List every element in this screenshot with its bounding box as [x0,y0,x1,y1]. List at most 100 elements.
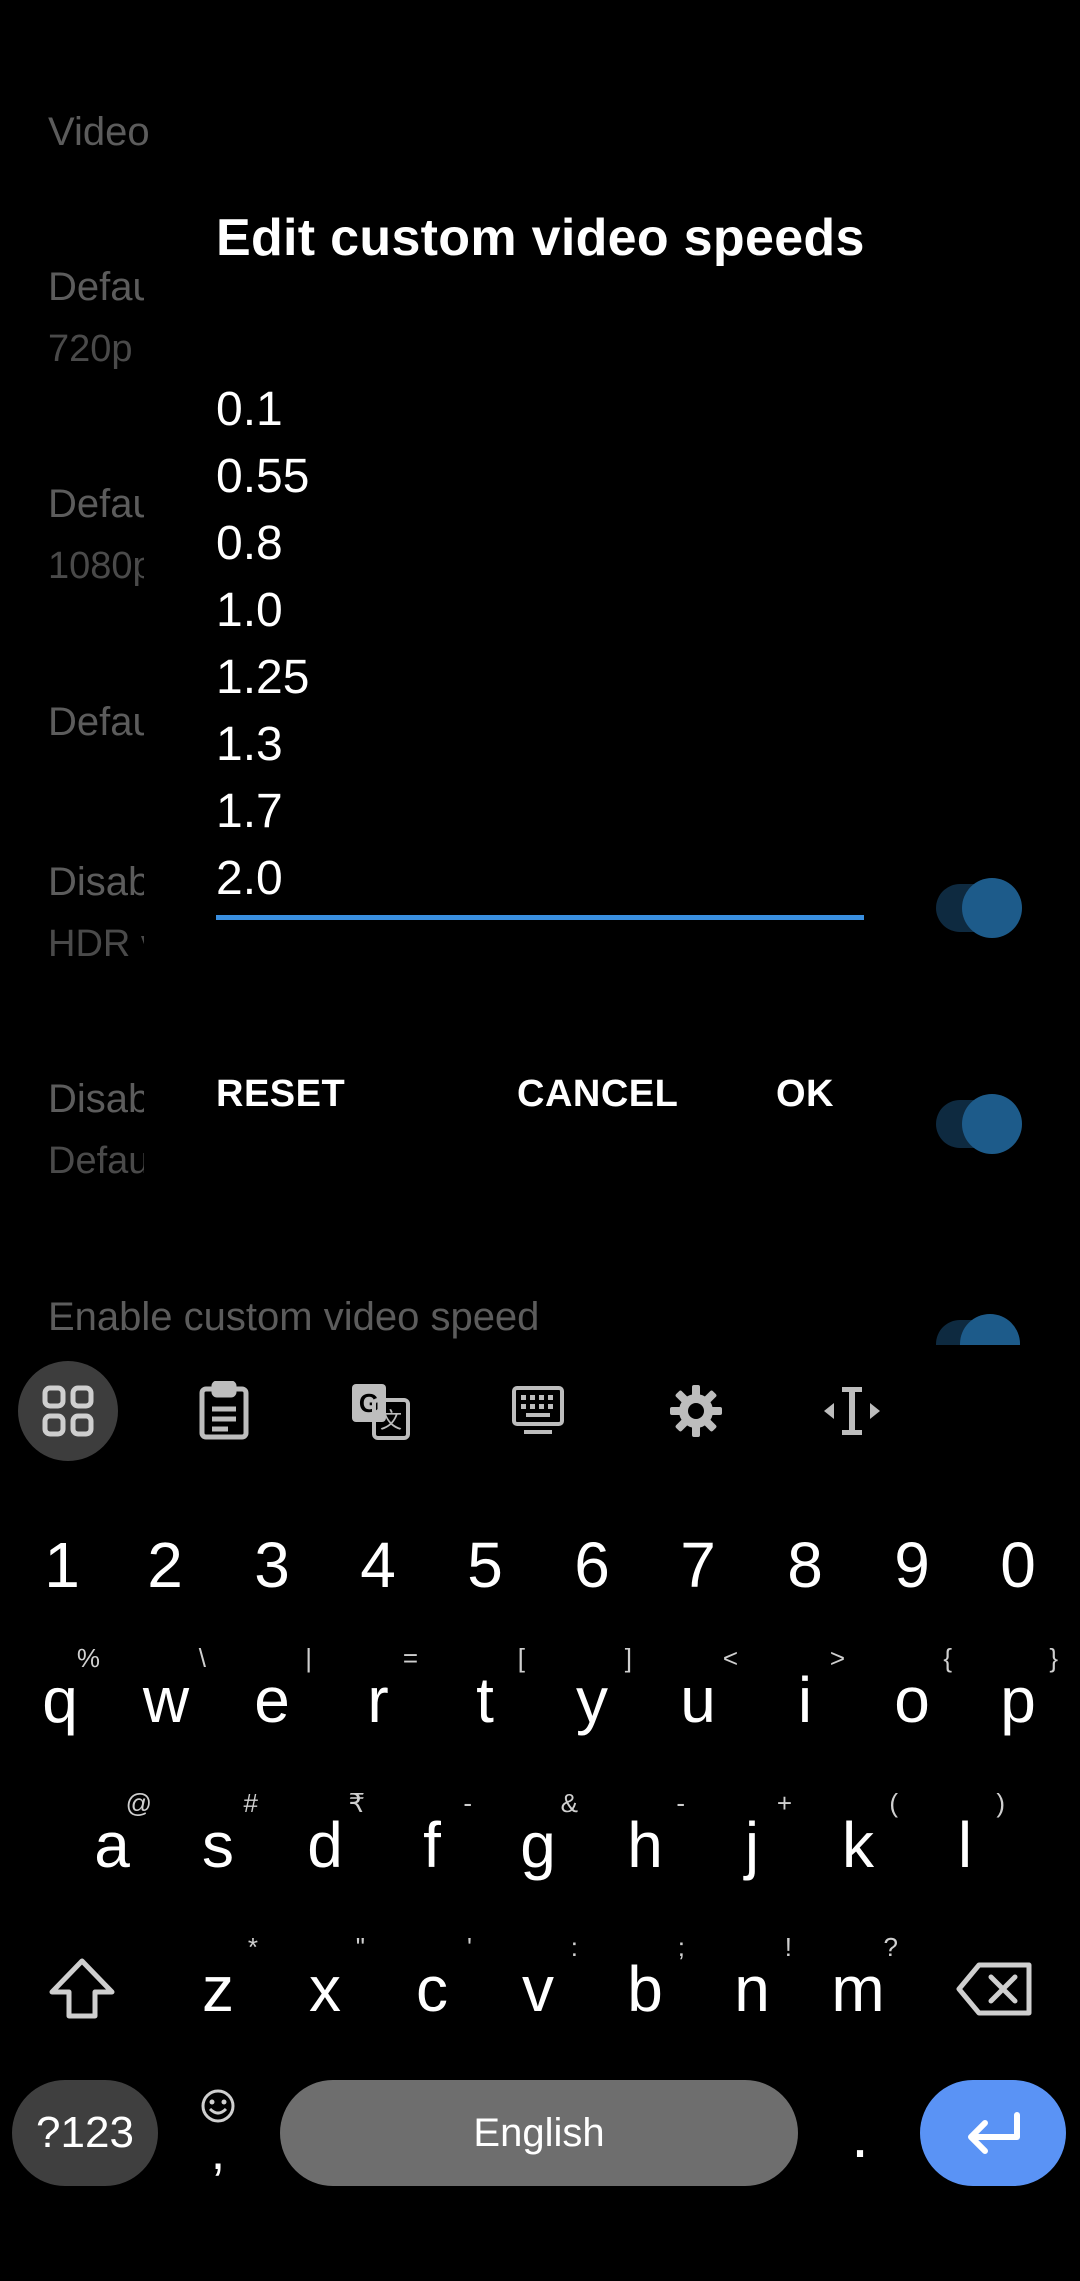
backspace-key[interactable] [940,1924,1050,2054]
reset-button[interactable]: RESET [216,1073,345,1116]
key-b[interactable]: b; [593,1924,697,2054]
key-hint: @ [125,1788,152,1818]
key-v[interactable]: v: [486,1924,590,2054]
key-i[interactable]: i > [753,1635,857,1765]
period-label: . [851,2099,869,2171]
key-hint: # [243,1788,258,1818]
key-0[interactable]: 0 [966,1510,1070,1620]
key-w[interactable]: w \ [114,1635,218,1765]
key-letter: n [734,1953,770,2025]
clipboard-icon[interactable] [174,1361,274,1461]
speeds-text-field[interactable]: 0.1 0.55 0.8 1.0 1.25 1.3 1.7 2.0 [216,376,309,912]
key-letter: w [142,1664,190,1736]
backspace-icon [956,1962,1032,2016]
key-r[interactable]: r = [326,1635,430,1765]
key-hint: = [402,1643,418,1673]
shift-arrow-icon [49,1958,115,2019]
cursor-text-icon[interactable] [802,1361,902,1461]
key-5[interactable]: 5 [433,1510,537,1620]
key-letter: t [476,1664,494,1736]
enter-return-icon [968,2112,1020,2154]
key-hint: \ [198,1643,206,1673]
key-letter: u [680,1664,716,1736]
key-hint: { [943,1643,952,1673]
edit-speeds-dialog: Edit custom video speeds 0.1 0.55 0.8 1.… [0,0,1080,1345]
speed-value: 1.25 [216,651,310,704]
comma-label: , [210,2123,226,2181]
key-hint: ; [677,1932,685,1962]
apps-grid-icon[interactable] [18,1361,118,1461]
speed-value: 1.0 [216,584,283,637]
keyboard-icon[interactable] [488,1361,588,1461]
key-9[interactable]: 9 [860,1510,964,1620]
enter-key[interactable] [920,2080,1066,2186]
key-hint: ] [624,1643,632,1673]
translate-icon[interactable]: G文 [330,1361,430,1461]
speed-value: 1.3 [216,718,283,771]
key-e[interactable]: e | [220,1635,324,1765]
key-letter: a [94,1809,130,1881]
key-hint: } [1049,1643,1058,1673]
key-u[interactable]: u < [646,1635,750,1765]
key-letter: v [522,1953,554,2025]
key-hint: - [463,1788,472,1818]
key-letter: h [627,1809,663,1881]
key-8[interactable]: 8 [753,1510,857,1620]
key-hint: | [305,1643,312,1673]
key-letter: k [842,1809,874,1881]
key-letter: y [576,1664,608,1736]
emoji-comma-key[interactable]: , [166,2070,270,2200]
key-t[interactable]: t[ [433,1635,537,1765]
key-x[interactable]: x " [273,1924,377,2054]
key-letter: x [309,1953,341,2025]
period-key[interactable]: . [808,2070,912,2200]
key-l[interactable]: l) [913,1780,1017,1910]
key-hint: [ [517,1643,525,1673]
key-2[interactable]: 2 [113,1510,217,1620]
emoji-icon [201,2089,235,2123]
key-o[interactable]: o{ [860,1635,964,1765]
key-d[interactable]: d ₹ [273,1780,377,1910]
key-7[interactable]: 7 [646,1510,750,1620]
speed-value: 0.1 [216,383,283,436]
key-a[interactable]: a @ [60,1780,164,1910]
key-letter: f [423,1809,441,1881]
key-q[interactable]: q% [8,1635,112,1765]
key-letter: g [520,1809,556,1881]
key-3[interactable]: 3 [220,1510,324,1620]
key-1[interactable]: 1 [10,1510,114,1620]
key-6[interactable]: 6 [540,1510,644,1620]
key-hint: - [676,1788,685,1818]
key-k[interactable]: k( [806,1780,910,1910]
key-c[interactable]: c ' [380,1924,484,2054]
text-field-underline [216,915,864,920]
key-m[interactable]: m? [806,1924,910,2054]
key-hint: ' [467,1932,472,1962]
cancel-button[interactable]: CANCEL [517,1073,678,1116]
key-p[interactable]: p} [966,1635,1070,1765]
key-hint: ? [883,1932,898,1962]
key-hint: " [355,1932,365,1962]
key-letter: c [416,1953,448,2025]
key-z[interactable]: z * [166,1924,270,2054]
key-hint: + [776,1788,792,1818]
key-letter: e [254,1664,290,1736]
key-letter: b [627,1953,663,2025]
key-y[interactable]: y] [540,1635,644,1765]
speed-value: 1.7 [216,785,283,838]
ok-button[interactable]: OK [776,1073,834,1116]
key-h[interactable]: h- [593,1780,697,1910]
key-letter: m [831,1953,885,2025]
key-4[interactable]: 4 [326,1510,430,1620]
key-s[interactable]: s # [166,1780,270,1910]
key-j[interactable]: j + [700,1780,804,1910]
key-n[interactable]: n! [700,1924,804,2054]
settings-gear-icon[interactable] [646,1361,746,1461]
space-bar[interactable]: English [280,2080,798,2186]
key-g[interactable]: g & [486,1780,590,1910]
symbols-key[interactable]: ?123 [12,2080,158,2186]
key-f[interactable]: f- [380,1780,484,1910]
key-letter: l [957,1809,973,1881]
key-hint: ( [889,1788,898,1818]
shift-key[interactable] [30,1924,134,2054]
